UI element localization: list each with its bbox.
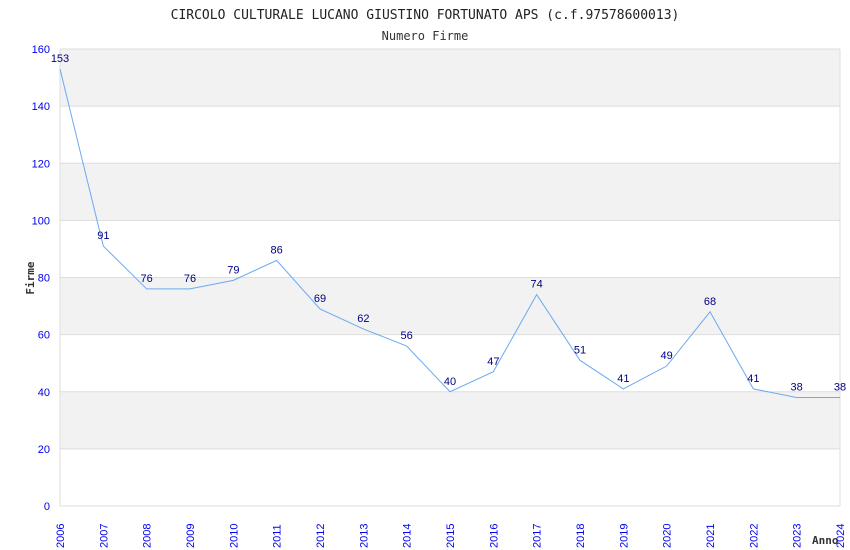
series-line — [59, 68, 840, 398]
data-label: 86 — [271, 244, 283, 256]
data-label: 68 — [704, 296, 716, 308]
chart-subtitle: Numero Firme — [382, 29, 469, 43]
data-label: 49 — [661, 350, 673, 362]
data-label: 91 — [97, 230, 109, 242]
x-tick-label: 2013 — [358, 524, 370, 548]
x-tick-label: 2022 — [748, 524, 760, 548]
x-tick-label: 2009 — [185, 524, 197, 548]
data-label: 40 — [444, 376, 456, 388]
x-tick-label: 2024 — [835, 524, 847, 548]
y-tick-label: 80 — [38, 273, 50, 285]
line-chart: CIRCOLO CULTURALE LUCANO GIUSTINO FORTUN… — [24, 8, 847, 548]
x-tick-label: 2018 — [575, 524, 587, 548]
x-tick-label: 2011 — [272, 524, 284, 548]
y-tick-label: 140 — [32, 101, 50, 113]
x-tick-label: 2023 — [792, 524, 804, 548]
x-tick-label: 2019 — [618, 524, 630, 548]
x-tick-label: 2016 — [488, 524, 500, 548]
x-tick-label: 2017 — [532, 524, 544, 548]
data-label: 79 — [227, 264, 239, 276]
y-tick-label: 0 — [44, 501, 50, 513]
y-axis-label: Firme — [24, 261, 37, 294]
data-label: 38 — [834, 381, 846, 393]
x-tick-label: 2012 — [315, 524, 327, 548]
data-label: 51 — [574, 344, 586, 356]
grid-band — [60, 49, 840, 107]
x-tick-label: 2021 — [705, 524, 717, 548]
y-tick-label: 100 — [32, 215, 50, 227]
x-tick-label: 2007 — [98, 524, 110, 548]
y-tick-label: 40 — [38, 387, 50, 399]
y-tick-label: 20 — [38, 444, 50, 456]
chart-title: CIRCOLO CULTURALE LUCANO GIUSTINO FORTUN… — [171, 8, 680, 23]
x-tick-label: 2008 — [142, 524, 154, 548]
y-tick-label: 60 — [38, 330, 50, 342]
data-label: 74 — [531, 279, 543, 291]
x-tick-label: 2014 — [402, 524, 414, 548]
data-label: 41 — [617, 373, 629, 385]
data-label: 47 — [487, 356, 499, 368]
grid-band — [60, 391, 840, 449]
data-label: 153 — [51, 53, 69, 65]
y-tick-label: 160 — [32, 44, 50, 56]
x-tick-label: 2006 — [55, 524, 67, 548]
data-label: 76 — [184, 273, 196, 285]
grid-band — [60, 277, 840, 335]
x-tick-label: 2010 — [228, 524, 240, 548]
data-label: 76 — [141, 273, 153, 285]
x-tick-label: 2015 — [445, 524, 457, 548]
data-label: 69 — [314, 293, 326, 305]
x-tick-label: 2020 — [662, 524, 674, 548]
data-label: 56 — [401, 330, 413, 342]
grid-band — [60, 163, 840, 221]
y-tick-label: 120 — [32, 158, 50, 170]
data-label: 41 — [747, 373, 759, 385]
data-label: 38 — [791, 381, 803, 393]
data-label: 62 — [357, 313, 369, 325]
